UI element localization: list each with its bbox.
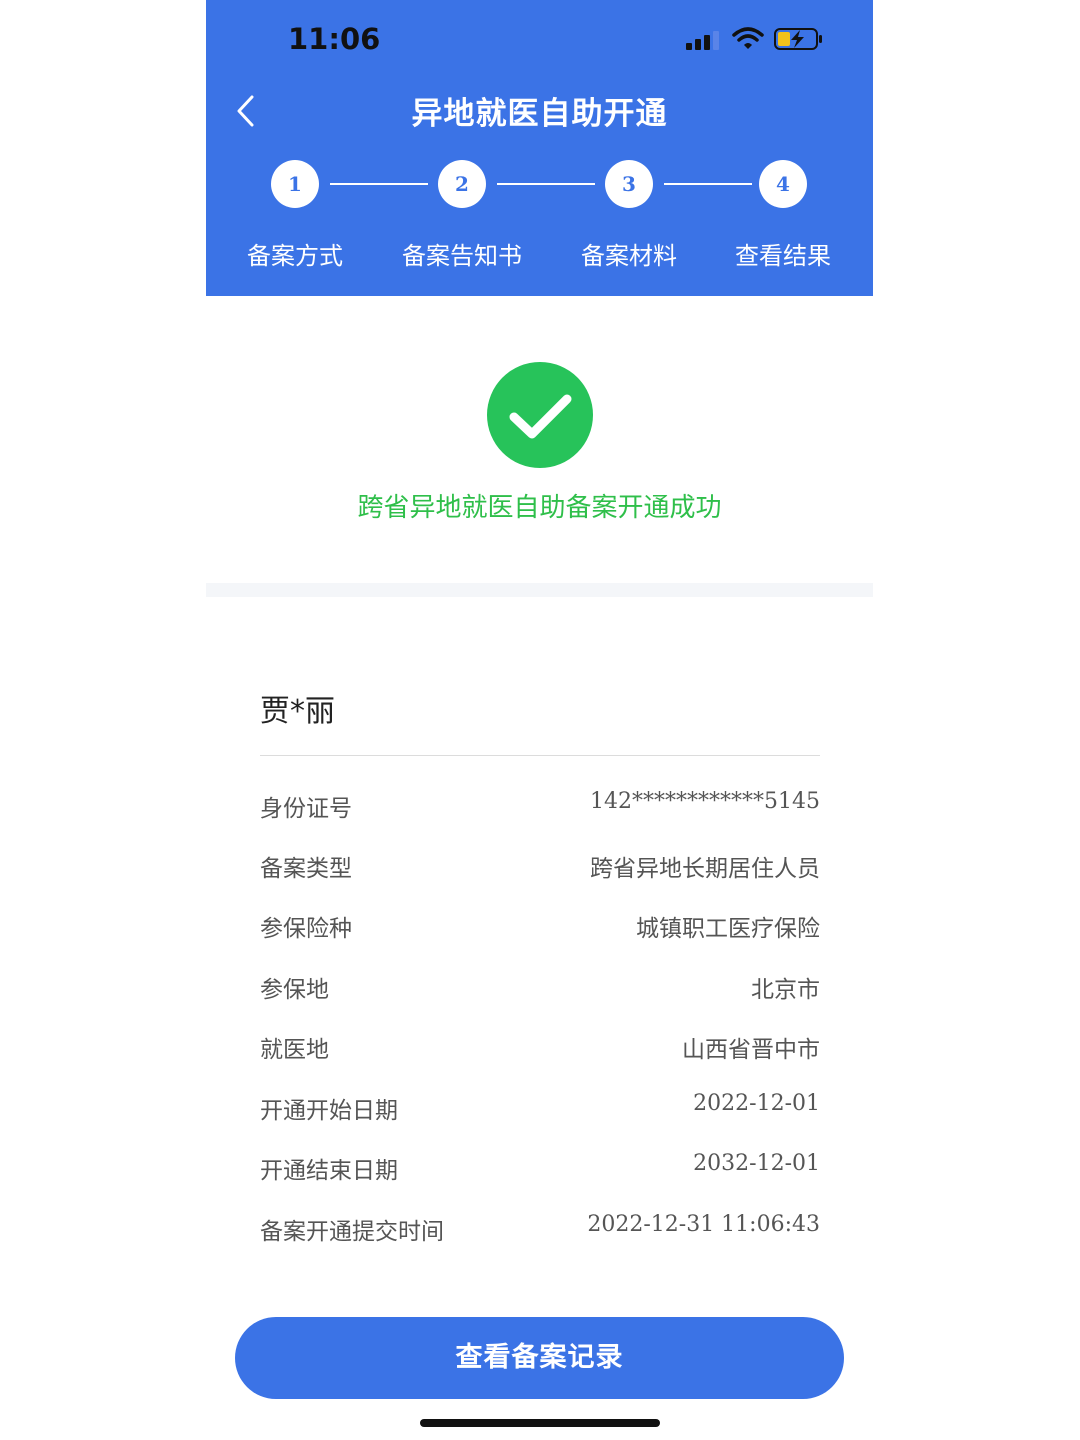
view-records-button[interactable]: 查看备案记录 xyxy=(235,1317,844,1399)
step-4-label: 查看结果 xyxy=(735,242,831,270)
detail-row-filing-type: 备案类型 跨省异地长期居住人员 xyxy=(260,849,820,889)
step-1-label: 备案方式 xyxy=(247,242,343,270)
detail-value: 跨省异地长期居住人员 xyxy=(590,856,820,882)
step-3-indicator: 3 xyxy=(605,160,653,208)
detail-row-end-date: 开通结束日期 2032-12-01 xyxy=(260,1151,820,1191)
detail-row-treatment-location: 就医地 山西省晋中市 xyxy=(260,1030,820,1070)
detail-value: 142************5145 xyxy=(590,789,820,814)
detail-label: 就医地 xyxy=(260,1037,329,1063)
detail-row-start-date: 开通开始日期 2022-12-01 xyxy=(260,1091,820,1131)
header: 11:06 异地就医自助开通 1 2 3 4 备案方式 备案告知书 备案材料 查… xyxy=(206,0,873,296)
detail-value: 2032-12-01 xyxy=(693,1151,820,1176)
status-time: 11:06 xyxy=(288,22,381,56)
battery-charging-icon xyxy=(774,28,822,50)
page-title: 异地就医自助开通 xyxy=(411,96,668,132)
step-connector xyxy=(330,183,428,185)
section-divider xyxy=(206,583,873,597)
detail-value: 北京市 xyxy=(751,977,820,1003)
detail-value: 城镇职工医疗保险 xyxy=(636,916,820,942)
wifi-icon xyxy=(732,27,764,49)
person-name: 贾*丽 xyxy=(260,694,335,729)
step-connector xyxy=(664,183,752,185)
step-1-indicator: 1 xyxy=(271,160,319,208)
step-4-indicator: 4 xyxy=(759,160,807,208)
step-2-indicator: 2 xyxy=(438,160,486,208)
detail-label: 备案类型 xyxy=(260,856,352,882)
phone-screen: 11:06 异地就医自助开通 1 2 3 4 备案方式 备案告知书 备案材料 查… xyxy=(206,0,873,1440)
detail-value: 2022-12-01 xyxy=(693,1091,820,1116)
cellular-signal-icon xyxy=(686,31,719,50)
detail-row-insured-location: 参保地 北京市 xyxy=(260,970,820,1010)
detail-label: 参保险种 xyxy=(260,916,352,942)
name-divider xyxy=(260,755,820,756)
detail-label: 开通结束日期 xyxy=(260,1158,398,1184)
home-indicator[interactable] xyxy=(420,1419,660,1427)
step-3-label: 备案材料 xyxy=(581,242,677,270)
detail-label: 参保地 xyxy=(260,977,329,1003)
detail-label: 备案开通提交时间 xyxy=(260,1219,444,1245)
detail-value: 山西省晋中市 xyxy=(682,1037,820,1063)
step-connector xyxy=(497,183,595,185)
detail-row-id-number: 身份证号 142************5145 xyxy=(260,789,820,829)
success-message: 跨省异地就医自助备案开通成功 xyxy=(357,493,722,523)
step-2-label: 备案告知书 xyxy=(402,242,522,270)
success-check-icon xyxy=(487,362,593,468)
detail-row-submit-time: 备案开通提交时间 2022-12-31 11:06:43 xyxy=(260,1212,820,1252)
detail-label: 身份证号 xyxy=(260,796,352,822)
detail-value: 2022-12-31 11:06:43 xyxy=(587,1212,820,1237)
detail-label: 开通开始日期 xyxy=(260,1098,398,1124)
detail-row-insurance-type: 参保险种 城镇职工医疗保险 xyxy=(260,909,820,949)
